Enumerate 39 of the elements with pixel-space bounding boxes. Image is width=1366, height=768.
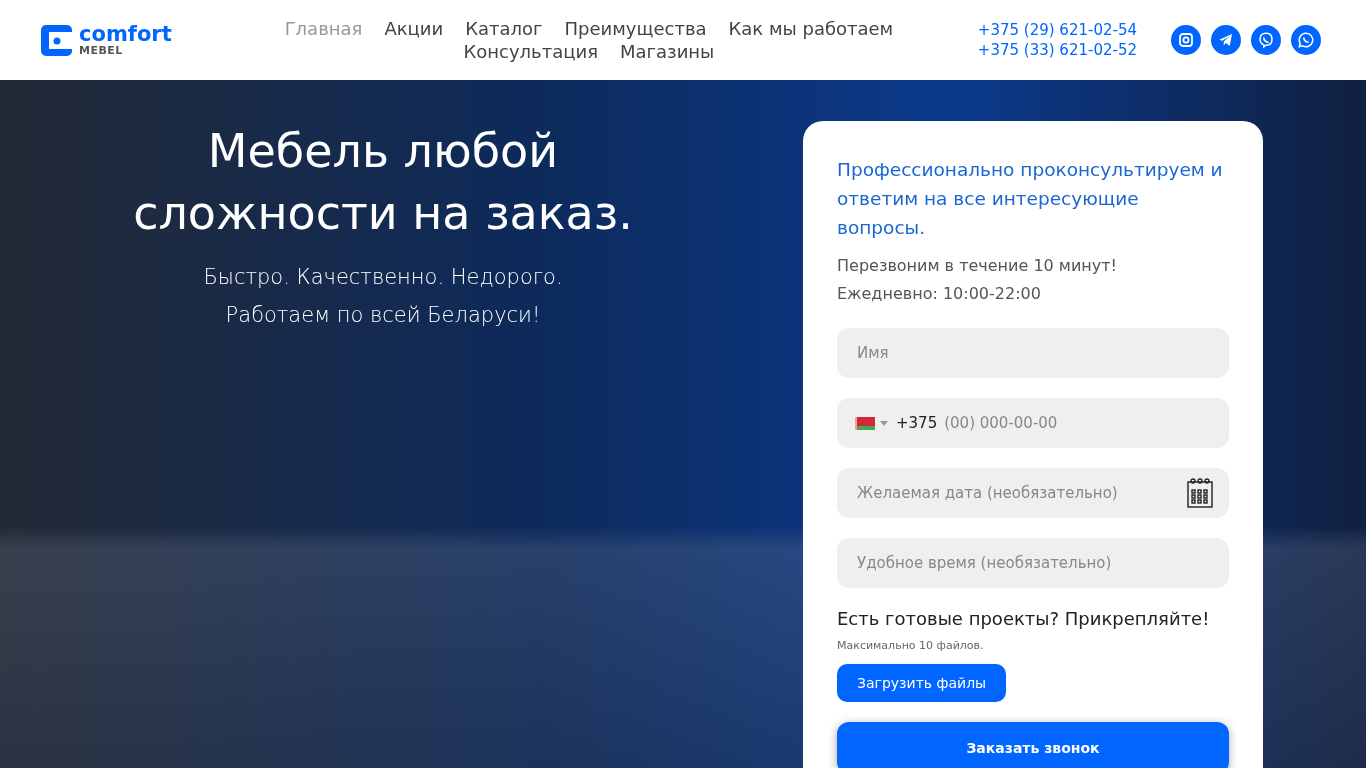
phone-link[interactable]: +375 (29) 621-02-54 (977, 20, 1137, 40)
social-button[interactable] (1211, 25, 1241, 55)
flag-icon (855, 416, 875, 430)
form-note: Ежедневно: 10:00-22:00 (837, 283, 1042, 305)
form-heading: Профессионально проконсультируем и ответим на все интересующие вопросы. (837, 158, 1224, 240)
attach-title: Есть готовые проекты? Прикрепляйте! (837, 608, 1211, 629)
text-field[interactable]: Удобное время (необязательно) (837, 538, 1229, 588)
nav-link[interactable]: Преимущества (564, 18, 707, 39)
upload-button[interactable]: Загрузить файлы (837, 664, 1007, 702)
input-field[interactable]: Имя (855, 343, 1213, 363)
text-field[interactable]: Имя (837, 328, 1229, 378)
logo-name: comfort (79, 24, 172, 45)
nav-link[interactable]: Каталог (465, 18, 543, 39)
calendar-icon (1187, 478, 1213, 508)
social-button[interactable] (1291, 25, 1321, 55)
nav-link[interactable]: Магазины (620, 41, 715, 62)
date-field[interactable]: Желаемая дата (необязательно) (837, 468, 1229, 518)
caret-icon (880, 420, 888, 426)
social-button[interactable] (1171, 25, 1201, 55)
phone-input[interactable]: (00) 000-00-00 (942, 413, 1213, 433)
paper-plane-icon (1217, 31, 1235, 49)
submit-button[interactable]: Заказать звонок (837, 722, 1229, 768)
form-note: Перезвоним в течение 10 минут! (837, 255, 1118, 277)
camera-icon (1177, 31, 1195, 49)
chat-phone-icon (1297, 31, 1315, 49)
hero-title: Мебель любой сложности на заказ. (133, 123, 633, 242)
nav-link[interactable]: Консультация (463, 41, 599, 62)
nav-link[interactable]: Как мы работаем (728, 18, 894, 39)
social-button[interactable] (1251, 25, 1281, 55)
phone-bubble-icon (1257, 31, 1275, 49)
logo-icon (40, 23, 73, 57)
input-field[interactable]: Удобное время (необязательно) (855, 553, 1213, 573)
attach-note: Максимально 10 файлов. (837, 639, 985, 652)
date-input[interactable]: Желаемая дата (необязательно) (855, 483, 1187, 503)
nav-link[interactable]: Акции (384, 18, 444, 39)
hero-subtitle: Быстро. Качественно. Недорого. Работаем по всей Беларуси! (203, 264, 563, 329)
logo-subtitle: MEBEL (79, 45, 124, 56)
phone-link[interactable]: +375 (33) 621-02-52 (977, 40, 1137, 60)
phone-field[interactable]: +375 (00) 000-00-00 (837, 398, 1229, 448)
